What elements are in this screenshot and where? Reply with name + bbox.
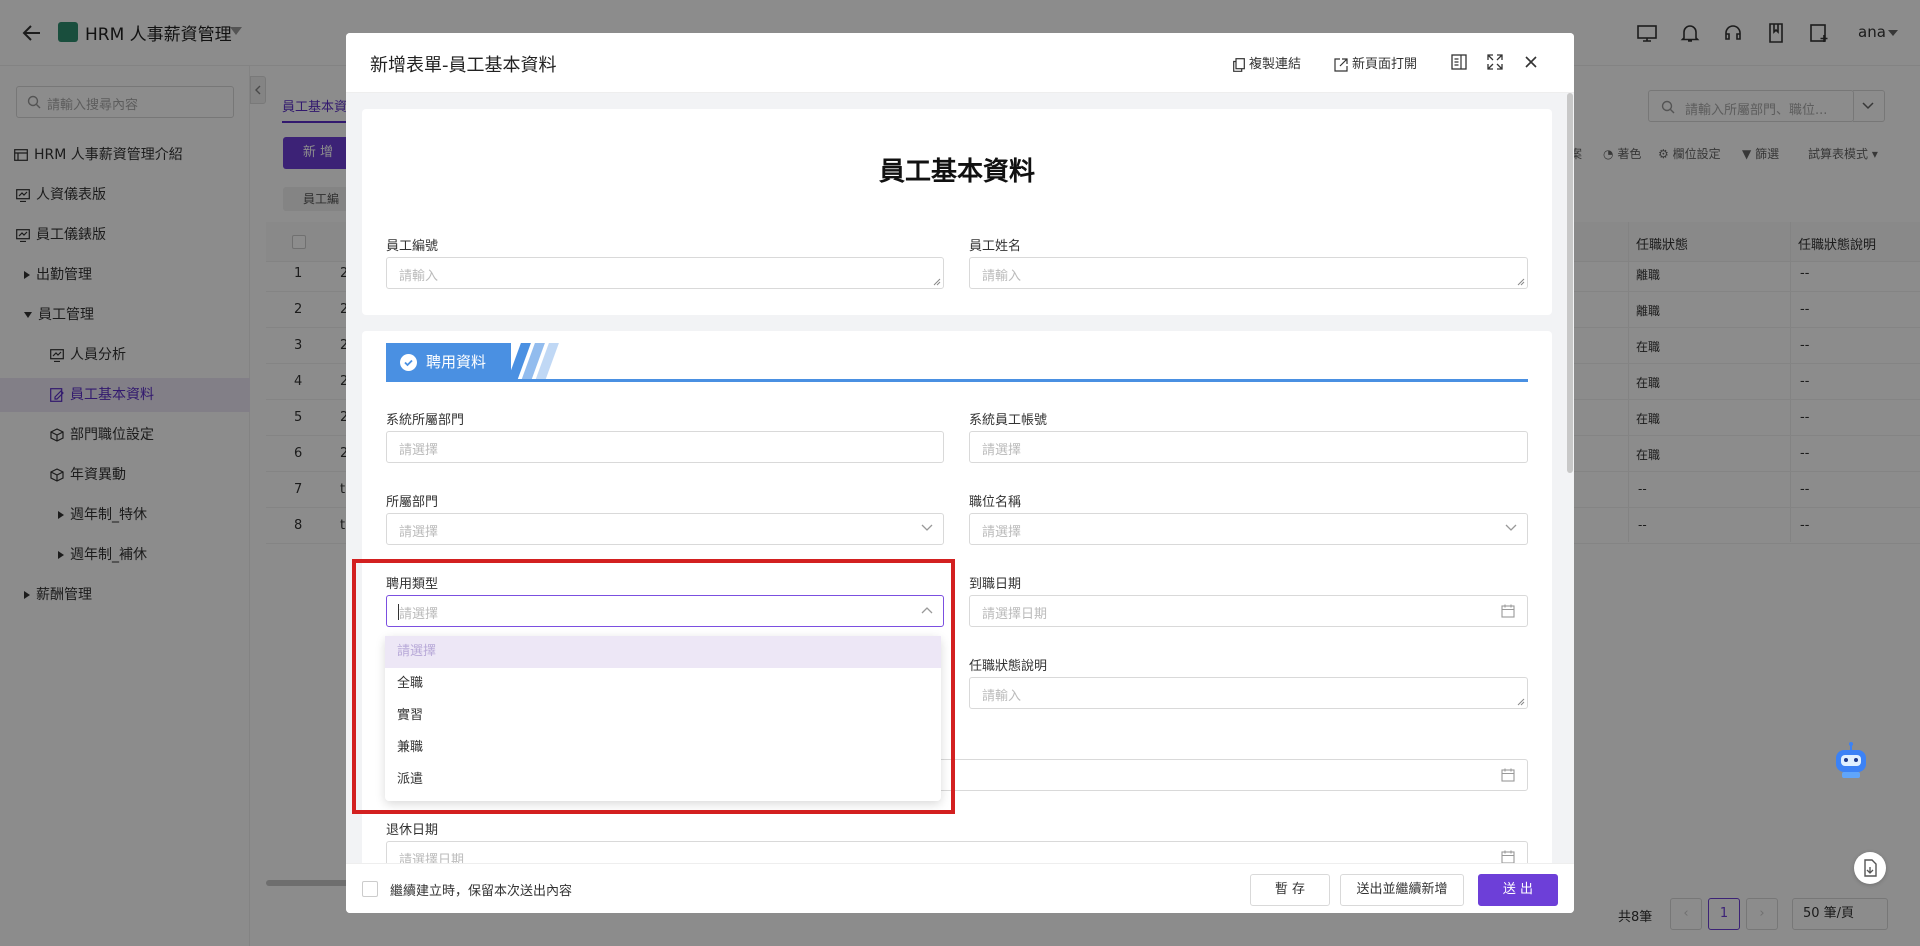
section-banner: 聘用資料 bbox=[386, 343, 1528, 383]
check-circle-icon bbox=[400, 354, 417, 371]
status-desc-label: 任職狀態說明 bbox=[969, 659, 1048, 674]
emp-no-input[interactable]: 請輸入 bbox=[386, 257, 944, 289]
sys-account-select[interactable]: 請選擇 bbox=[969, 431, 1528, 463]
save-draft-button[interactable]: 暫 存 bbox=[1250, 874, 1330, 906]
modal-header: 新增表單-員工基本資料 複製連結 新頁面打開 bbox=[346, 33, 1574, 93]
retire-date-label: 退休日期 bbox=[386, 823, 439, 838]
emp-name-label: 員工姓名 bbox=[969, 239, 1022, 254]
external-link-icon bbox=[1334, 57, 1348, 72]
form-header-card: 員工基本資料 員工編號 請輸入 員工姓名 請輸入 bbox=[362, 109, 1552, 315]
chevron-down-icon bbox=[921, 524, 933, 532]
form-title: 員工基本資料 bbox=[878, 157, 1035, 187]
sys-dept-label: 系統所屬部門 bbox=[386, 413, 465, 428]
close-icon[interactable] bbox=[1521, 52, 1541, 72]
dept-select[interactable]: 請選擇 bbox=[386, 513, 944, 545]
calendar-icon bbox=[1501, 604, 1515, 618]
copy-icon bbox=[1233, 57, 1245, 72]
modal-footer: 繼續建立時，保留本次送出內容 暫 存 送出並繼續新增 送 出 bbox=[346, 863, 1574, 913]
document-float-button[interactable] bbox=[1854, 852, 1886, 884]
sys-account-label: 系統員工帳號 bbox=[969, 413, 1048, 428]
calendar-icon bbox=[1501, 768, 1515, 782]
resize-grip-icon[interactable] bbox=[933, 278, 941, 286]
status-desc-input[interactable]: 請輸入 bbox=[969, 677, 1528, 709]
section-underline bbox=[386, 379, 1528, 382]
highlight-box bbox=[352, 559, 955, 814]
modal-title: 新增表單-員工基本資料 bbox=[370, 55, 557, 76]
keep-content-label: 繼續建立時，保留本次送出內容 bbox=[390, 884, 573, 899]
position-select[interactable]: 請選擇 bbox=[969, 513, 1528, 545]
resize-grip-icon[interactable] bbox=[1517, 698, 1525, 706]
keep-content-checkbox[interactable] bbox=[362, 881, 378, 897]
open-new-page-button[interactable]: 新頁面打開 bbox=[1334, 53, 1417, 72]
chevron-down-icon bbox=[1505, 524, 1517, 532]
emp-no-label: 員工編號 bbox=[386, 239, 439, 254]
side-panel-icon[interactable] bbox=[1449, 52, 1469, 72]
emp-name-input[interactable]: 請輸入 bbox=[969, 257, 1528, 289]
retire-date-picker[interactable]: 請選擇日期 bbox=[386, 841, 1528, 863]
copy-link-button[interactable]: 複製連結 bbox=[1233, 53, 1301, 72]
hire-date-label: 到職日期 bbox=[969, 577, 1022, 592]
hire-date-picker[interactable]: 請選擇日期 bbox=[969, 595, 1528, 627]
dept-label: 所屬部門 bbox=[386, 495, 439, 510]
fullscreen-icon[interactable] bbox=[1485, 52, 1505, 72]
modal-scrollbar[interactable] bbox=[1567, 93, 1573, 473]
submit-button[interactable]: 送 出 bbox=[1478, 874, 1558, 906]
sys-dept-select[interactable]: 請選擇 bbox=[386, 431, 944, 463]
submit-continue-button[interactable]: 送出並繼續新增 bbox=[1340, 874, 1464, 906]
calendar-icon bbox=[1501, 850, 1515, 863]
assistant-robot-icon[interactable] bbox=[1830, 740, 1872, 782]
resize-grip-icon[interactable] bbox=[1517, 278, 1525, 286]
position-label: 職位名稱 bbox=[969, 495, 1022, 510]
